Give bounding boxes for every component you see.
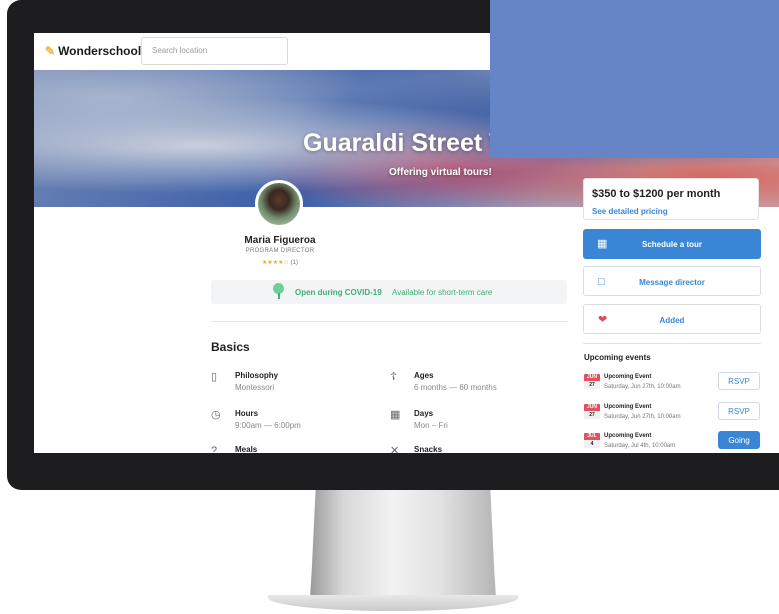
meals-icon: ?	[211, 445, 218, 453]
basic-label: Snacks	[414, 445, 443, 453]
cake-icon: ☦	[390, 371, 398, 383]
sidebar-divider	[583, 343, 761, 344]
event-day: 4	[584, 440, 600, 448]
clock-icon: ◷	[211, 409, 221, 421]
price-card: $350 to $1200 per month See detailed pri…	[583, 178, 759, 220]
search-input[interactable]: Search location	[141, 37, 288, 65]
rating-count: (1)	[290, 260, 298, 266]
basic-label: Days	[414, 409, 434, 418]
event-month: JUL	[584, 433, 600, 440]
covid-status: Open during COVID-19	[295, 288, 382, 297]
event-day: 27	[584, 411, 600, 419]
monitor-stand	[310, 490, 496, 598]
section-divider	[211, 321, 567, 322]
snacks-icon: ✕	[390, 445, 400, 453]
wonderschool-logo[interactable]: ✎ Wonderschool	[45, 44, 141, 58]
basics-heading: Basics	[211, 340, 250, 354]
event-name: Upcoming Event	[604, 404, 652, 410]
basic-label: Hours	[235, 409, 259, 418]
added-label: Added	[659, 316, 685, 325]
event-date: Saturday, Jun 27th, 10:00am	[604, 414, 681, 420]
price-range: $350 to $1200 per month	[592, 188, 721, 200]
event-day: 27	[584, 381, 600, 389]
director-role: PROGRAM DIRECTOR	[245, 248, 315, 254]
basic-value: 9:00am — 6:00pm	[235, 421, 301, 430]
basic-value: Montessori	[235, 383, 275, 392]
added-favorite-button[interactable]: ❤ Added	[583, 304, 761, 334]
event-month: JUN	[584, 374, 600, 381]
going-button[interactable]: Going	[718, 431, 760, 449]
basic-label: Meals	[235, 445, 258, 453]
event-name: Upcoming Event	[604, 433, 652, 439]
basic-label: Ages	[414, 371, 434, 380]
hero-subtitle: Offering virtual tours!	[389, 167, 492, 178]
event-name: Upcoming Event	[604, 374, 652, 380]
overlay-panel	[490, 0, 779, 158]
basic-value: 6 months — 60 months	[414, 383, 497, 392]
tree-trunk	[278, 293, 280, 299]
schedule-tour-button[interactable]: ▦ Schedule a tour	[583, 229, 761, 259]
covid-extra: Available for short-term care	[392, 288, 493, 297]
event-date: Saturday, Jun 27th, 10:00am	[604, 384, 681, 390]
director-name: Maria Figueroa	[244, 235, 316, 246]
event-date: Saturday, Jul 4th, 10:00am	[604, 443, 676, 449]
event-item: JUL 4 Upcoming Event Saturday, Jul 4th, …	[584, 431, 762, 453]
school-title: Guaraldi Street W	[303, 129, 513, 157]
basic-label: Philosophy	[235, 371, 279, 380]
rsvp-button[interactable]: RSVP	[718, 402, 760, 420]
basic-value: Mon – Fri	[414, 421, 448, 430]
event-item: JUN 27 Upcoming Event Saturday, Jun 27th…	[584, 372, 762, 402]
schedule-label: Schedule a tour	[641, 240, 702, 249]
events-heading: Upcoming events	[584, 353, 651, 362]
rating-stars: ★★★★☆	[262, 260, 289, 266]
logo-text: Wonderschool	[58, 44, 142, 58]
message-label: Message director	[639, 278, 705, 287]
event-month: JUN	[584, 404, 600, 411]
covid-status-bar: Open during COVID-19 Available for short…	[211, 280, 567, 304]
event-item: JUN 27 Upcoming Event Saturday, Jun 27th…	[584, 402, 762, 432]
director-rating[interactable]: ★★★★☆ (1)	[239, 259, 321, 266]
message-director-button[interactable]: □ Message director	[583, 266, 761, 296]
rsvp-button[interactable]: RSVP	[718, 372, 760, 390]
clipboard-icon: ▯	[211, 371, 218, 383]
detailed-pricing-link[interactable]: See detailed pricing	[592, 207, 668, 216]
logo-mark-icon: ✎	[45, 44, 56, 58]
director-avatar	[255, 180, 303, 228]
monitor-base	[268, 595, 518, 611]
calendar-icon: ▦	[390, 409, 401, 421]
